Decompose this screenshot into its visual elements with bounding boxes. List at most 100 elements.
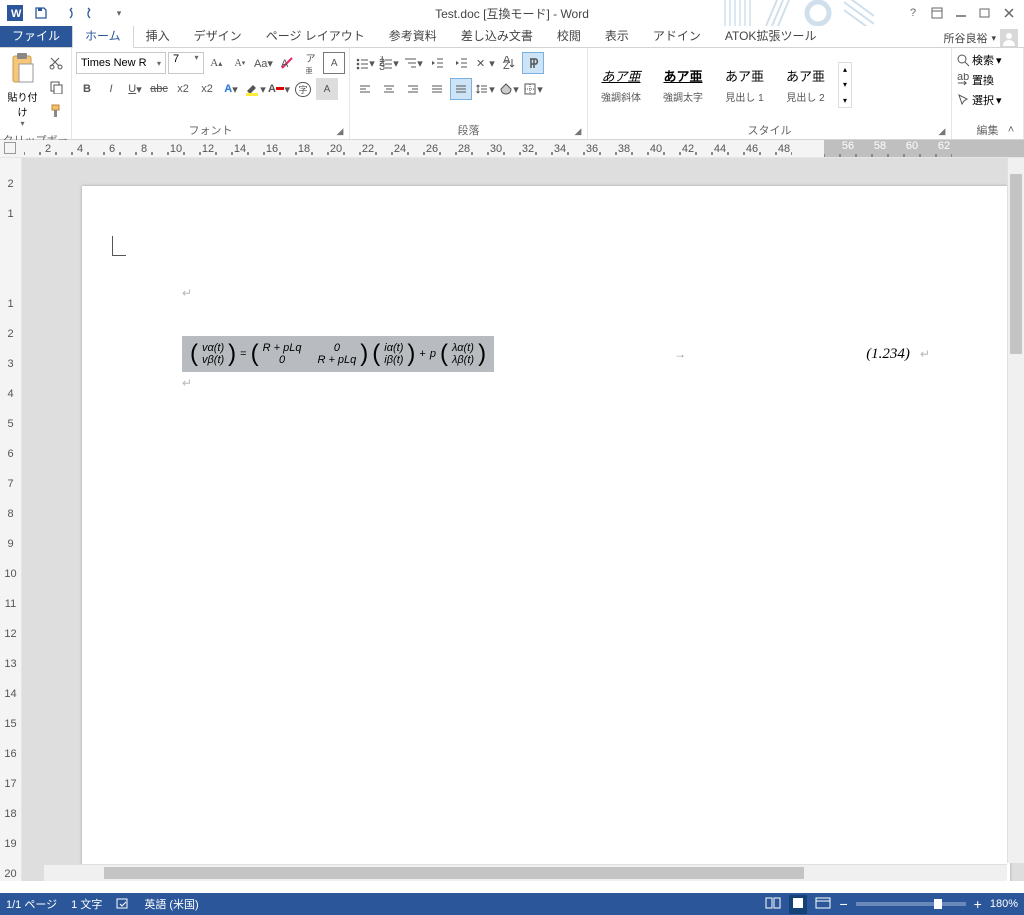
horizontal-scrollbar[interactable] xyxy=(44,864,1007,881)
char-shading-icon[interactable]: A xyxy=(316,78,338,100)
strike-button[interactable]: abc xyxy=(148,78,170,100)
enclose-char-icon[interactable]: 字 xyxy=(292,78,314,100)
bullets-icon[interactable]: ▾ xyxy=(354,52,376,74)
grow-font-icon[interactable]: A▴ xyxy=(206,52,228,74)
tab-addins[interactable]: アドイン xyxy=(641,24,713,47)
tab-insert[interactable]: 挿入 xyxy=(134,24,182,47)
indent-increase-icon[interactable] xyxy=(450,52,472,74)
svg-text:W: W xyxy=(11,8,22,20)
tab-file[interactable]: ファイル xyxy=(0,24,72,47)
tab-design[interactable]: デザイン xyxy=(182,24,254,47)
char-count[interactable]: 1 文字 xyxy=(71,896,102,912)
tab-view[interactable]: 表示 xyxy=(593,24,641,47)
zoom-in-icon[interactable]: + xyxy=(974,896,982,912)
document-scroll[interactable]: ↵ ( vα(t)vβ(t) ) = ( R + pLq0 0R + pLq )… xyxy=(22,158,1024,881)
language-label[interactable]: 英語 (米国) xyxy=(144,896,198,912)
equation-object[interactable]: ( vα(t)vβ(t) ) = ( R + pLq0 0R + pLq ) (… xyxy=(182,336,494,372)
style-item[interactable]: あア亜見出し 1 xyxy=(716,61,773,109)
help-icon[interactable]: ? xyxy=(902,3,924,23)
find-button[interactable]: 検索▾ xyxy=(956,52,1002,68)
paragraph-launcher-icon[interactable]: ◢ xyxy=(572,126,584,138)
numbering-icon[interactable]: 123▾ xyxy=(378,52,400,74)
copy-icon[interactable] xyxy=(45,76,67,98)
replace-icon: ab xyxy=(956,73,970,87)
highlight-icon[interactable]: ▾ xyxy=(244,78,266,100)
equation-number: (1.234) xyxy=(866,346,910,363)
page-count[interactable]: 1/1 ページ xyxy=(6,896,57,912)
scroll-thumb[interactable] xyxy=(104,867,804,879)
tab-page-layout[interactable]: ページ レイアウト xyxy=(254,24,377,47)
underline-button[interactable]: U▾ xyxy=(124,78,146,100)
subscript-button[interactable]: x2 xyxy=(172,78,194,100)
tab-atok[interactable]: ATOK拡張ツール xyxy=(713,24,829,47)
tab-home[interactable]: ホーム xyxy=(72,23,134,48)
page[interactable]: ↵ ( vα(t)vβ(t) ) = ( R + pLq0 0R + pLq )… xyxy=(82,186,1010,881)
font-name-combo[interactable]: Times New R▾ xyxy=(76,52,166,74)
svg-text:3: 3 xyxy=(379,61,385,70)
align-left-icon[interactable] xyxy=(354,78,376,100)
asian-layout-icon[interactable]: ✕▾ xyxy=(474,52,496,74)
zoom-slider-knob[interactable] xyxy=(934,899,942,909)
minimize-icon[interactable] xyxy=(950,3,972,23)
change-case-icon[interactable]: Aa▾ xyxy=(253,52,275,74)
format-painter-icon[interactable] xyxy=(45,100,67,122)
paste-button[interactable]: 貼り付け ▾ xyxy=(4,52,41,128)
align-right-icon[interactable] xyxy=(402,78,424,100)
border-icon[interactable]: ▾ xyxy=(522,78,544,100)
zoom-value[interactable]: 180% xyxy=(990,898,1018,910)
tab-selector-icon[interactable] xyxy=(4,142,16,154)
cut-icon[interactable] xyxy=(45,52,67,74)
print-layout-icon[interactable] xyxy=(789,895,807,914)
font-launcher-icon[interactable]: ◢ xyxy=(334,126,346,138)
styles-gallery-scroll[interactable]: ▴▾▾ xyxy=(838,62,852,108)
select-button[interactable]: 選択▾ xyxy=(956,92,1002,108)
vertical-scrollbar[interactable] xyxy=(1007,158,1024,863)
show-marks-icon[interactable] xyxy=(522,52,544,74)
bold-button[interactable]: B xyxy=(76,78,98,100)
svg-text:Z: Z xyxy=(503,60,510,70)
multilevel-icon[interactable]: ▾ xyxy=(402,52,424,74)
shrink-font-icon[interactable]: A▾ xyxy=(229,52,251,74)
scroll-thumb[interactable] xyxy=(1010,174,1022,354)
collapse-ribbon-icon[interactable]: ˄ xyxy=(1002,124,1020,138)
tab-mailings[interactable]: 差し込み文書 xyxy=(449,24,545,47)
redo-icon[interactable] xyxy=(82,2,104,24)
line-spacing-icon[interactable]: ▾ xyxy=(474,78,496,100)
title-decoration xyxy=(594,0,874,26)
italic-button[interactable]: I xyxy=(100,78,122,100)
style-item[interactable]: あア亜強調太字 xyxy=(654,61,712,109)
font-color-icon[interactable]: A▾ xyxy=(268,78,290,100)
style-item[interactable]: あア亜見出し 2 xyxy=(777,61,834,109)
account-label[interactable]: 所谷良裕 ▾ xyxy=(943,29,1024,47)
styles-launcher-icon[interactable]: ◢ xyxy=(936,126,948,138)
font-size-combo[interactable]: 7▾ xyxy=(168,52,204,74)
read-mode-icon[interactable] xyxy=(765,897,781,912)
save-icon[interactable] xyxy=(30,2,52,24)
distribute-icon[interactable] xyxy=(450,78,472,100)
replace-button[interactable]: ab置換 xyxy=(956,72,994,88)
justify-icon[interactable] xyxy=(426,78,448,100)
text-effects-icon[interactable]: A▾ xyxy=(220,78,242,100)
maximize-icon[interactable] xyxy=(974,3,996,23)
close-icon[interactable] xyxy=(998,3,1020,23)
ribbon-display-icon[interactable] xyxy=(926,3,948,23)
style-item[interactable]: あア亜強調斜体 xyxy=(592,61,650,109)
shading-icon[interactable]: ▾ xyxy=(498,78,520,100)
vertical-ruler[interactable]: 3211234567891011121314151617181920212223 xyxy=(0,158,22,881)
superscript-button[interactable]: x2 xyxy=(196,78,218,100)
align-center-icon[interactable] xyxy=(378,78,400,100)
qat-more-icon[interactable]: ▾ xyxy=(108,2,130,24)
phonetic-guide-icon[interactable]: ア亜 xyxy=(300,52,322,74)
tab-references[interactable]: 参考資料 xyxy=(377,24,449,47)
zoom-out-icon[interactable]: − xyxy=(839,896,847,912)
tab-review[interactable]: 校閲 xyxy=(545,24,593,47)
web-layout-icon[interactable] xyxy=(815,897,831,912)
indent-decrease-icon[interactable] xyxy=(426,52,448,74)
char-border-icon[interactable]: A xyxy=(323,52,345,74)
sort-icon[interactable]: AZ xyxy=(498,52,520,74)
proofing-icon[interactable] xyxy=(116,896,130,913)
zoom-slider[interactable] xyxy=(856,902,966,906)
undo-icon[interactable] xyxy=(56,2,78,24)
horizontal-ruler[interactable]: 2468101214161820222426283032343638404244… xyxy=(0,140,1024,158)
clear-format-icon[interactable]: A xyxy=(276,52,298,74)
